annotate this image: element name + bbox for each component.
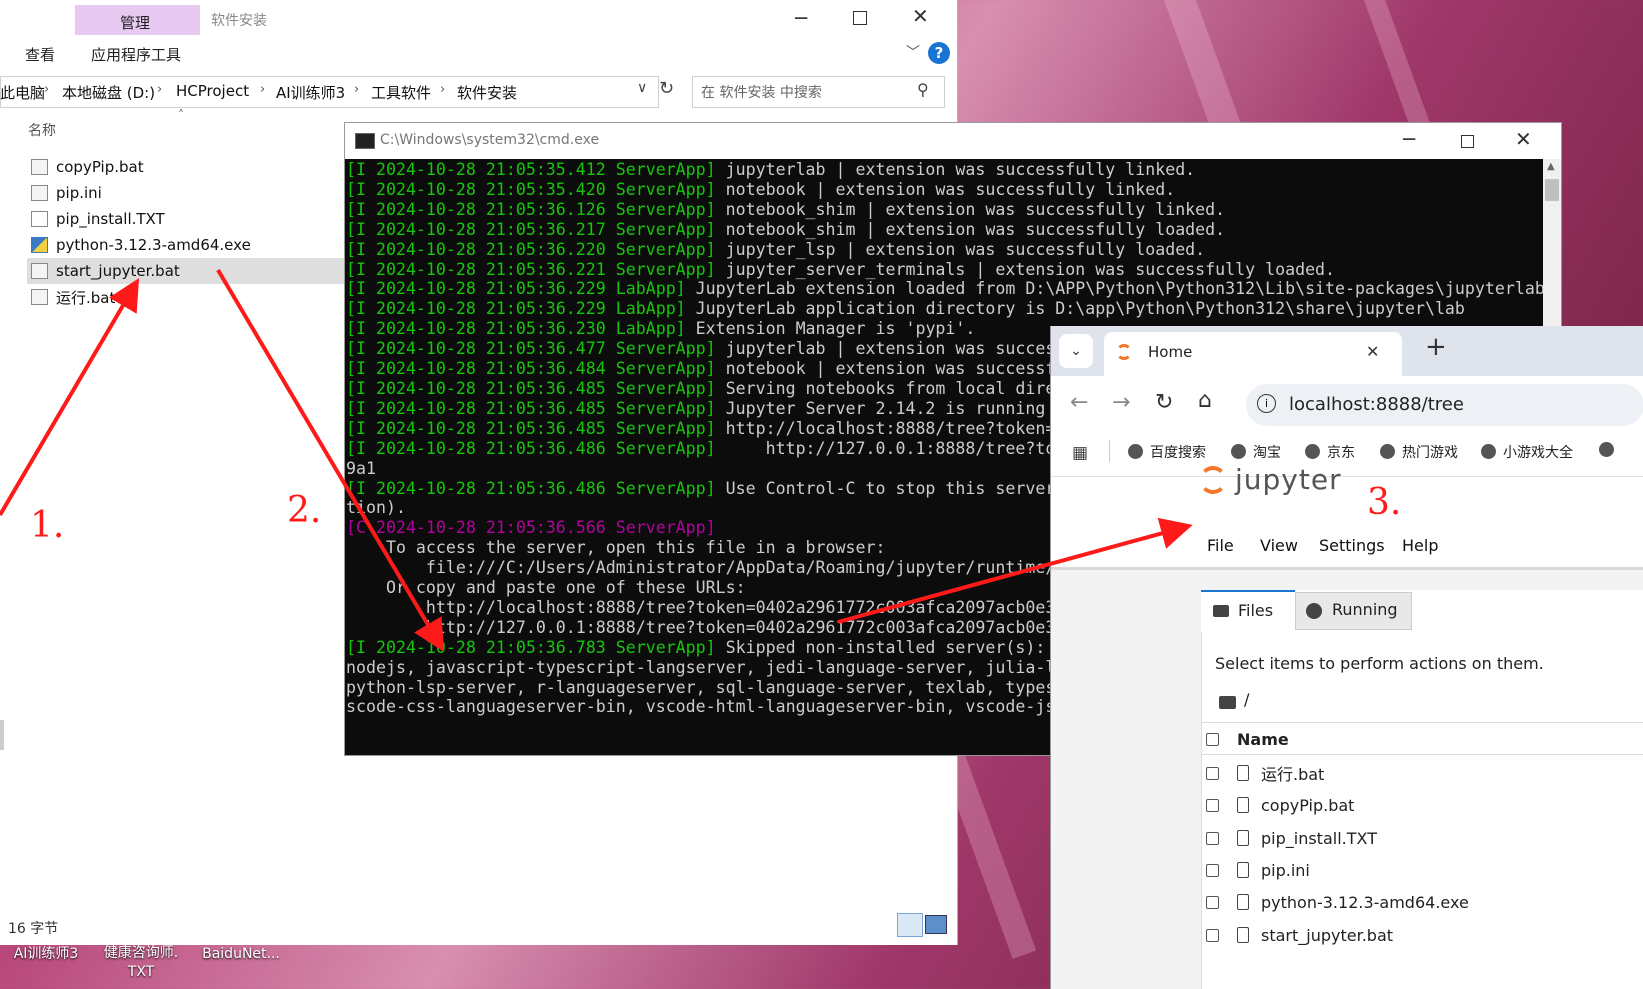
arrow-3: [837, 517, 1193, 624]
annotation-3: 3.: [1367, 482, 1402, 523]
annotation-1: 1.: [30, 505, 65, 546]
arrow-2: [216, 268, 445, 652]
arrow-1: [0, 278, 140, 517]
annotation-2: 2.: [287, 490, 322, 531]
